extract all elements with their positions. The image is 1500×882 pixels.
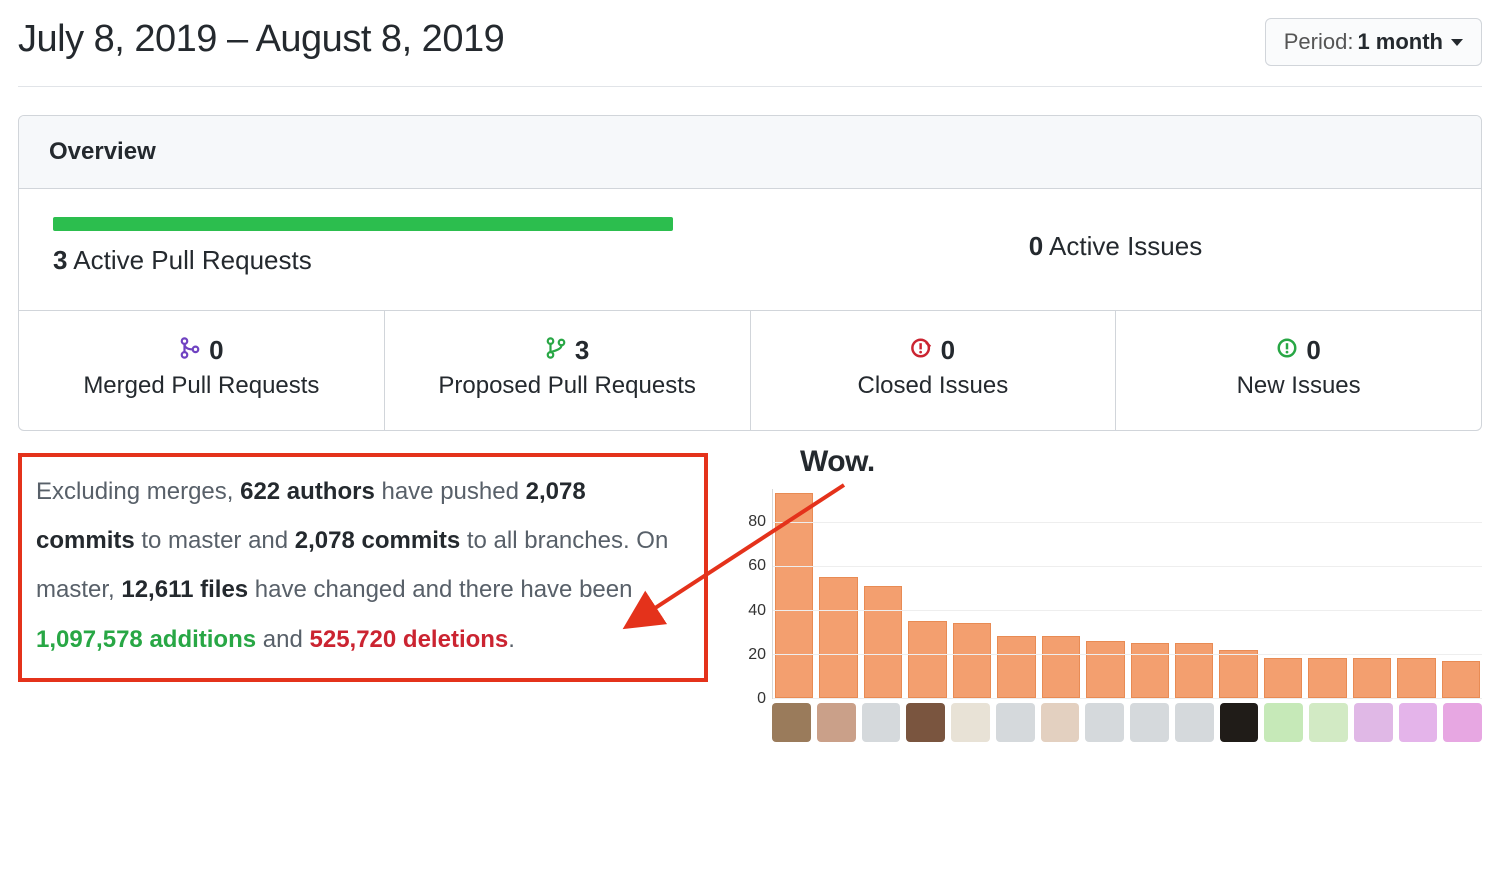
chart-bar[interactable] [1264,658,1302,698]
chart-bar[interactable] [1042,636,1080,698]
avatar[interactable] [817,703,856,742]
stat-label: Closed Issues [761,372,1106,400]
stat-cell-issue-open[interactable]: 0 New Issues [1116,311,1481,430]
stat-cell-git-branch[interactable]: 3 Proposed Pull Requests [385,311,751,430]
summary-text: have changed and there have been [248,576,632,603]
active-issues-label: Active Issues [1049,231,1202,261]
stat-cell-issue-closed[interactable]: 0 Closed Issues [751,311,1117,430]
period-value: 1 month [1357,29,1443,55]
avatar[interactable] [1354,703,1393,742]
chevron-down-icon [1451,39,1463,46]
chart-y-axis: 020406080 [728,489,772,699]
y-tick-label: 80 [748,513,766,531]
stats-row: 0 Merged Pull Requests 3 Proposed Pull R… [19,311,1481,430]
avatar[interactable] [1041,703,1080,742]
chart-plot [772,489,1482,699]
avatar[interactable] [996,703,1035,742]
avatar[interactable] [772,703,811,742]
overview-title: Overview [19,116,1481,189]
y-tick-label: 40 [748,602,766,620]
avatar[interactable] [1309,703,1348,742]
chart-bar[interactable] [1442,661,1480,698]
avatar[interactable] [862,703,901,742]
chart-bar[interactable] [908,621,946,698]
y-tick-label: 20 [748,646,766,664]
avatar[interactable] [1399,703,1438,742]
period-label: Period: [1284,29,1354,55]
stat-count: 0 [941,335,955,366]
date-range-heading: July 8, 2019 – August 8, 2019 [18,18,504,61]
summary-text: . [508,626,515,653]
chart-bar[interactable] [997,636,1035,698]
avatar[interactable] [906,703,945,742]
contributor-avatars [772,703,1482,742]
avatar[interactable] [1175,703,1214,742]
active-pr-count: 3 [53,245,67,275]
stat-cell-git-merge[interactable]: 0 Merged Pull Requests [19,311,385,430]
summary-additions: 1,097,578 additions [36,626,256,653]
activity-summary-row: 3 Active Pull Requests 0 Active Issues [19,189,1481,311]
period-dropdown[interactable]: Period: 1 month [1265,18,1482,66]
active-issues-count: 0 [1029,231,1043,261]
chart-bar[interactable] [1353,658,1391,698]
overview-card: Overview 3 Active Pull Requests 0 Active… [18,115,1482,431]
summary-text: and [256,626,309,653]
stat-count: 0 [1306,335,1320,366]
annotation-wow: Wow. [800,445,875,479]
summary-files: 12,611 files [121,576,248,603]
chart-bar[interactable] [1308,658,1346,698]
active-pr-label: Active Pull Requests [73,245,311,275]
avatar[interactable] [1264,703,1303,742]
avatar[interactable] [1130,703,1169,742]
stat-count: 3 [575,335,589,366]
avatar[interactable] [951,703,990,742]
summary-text: to master and [135,527,295,554]
summary-commits-all: 2,078 commits [295,527,460,554]
y-tick-label: 60 [748,557,766,575]
avatar[interactable] [1085,703,1124,742]
stat-count: 0 [209,335,223,366]
active-pull-requests[interactable]: 3 Active Pull Requests [19,189,750,310]
y-tick-label: 0 [757,690,766,708]
summary-text: have pushed [375,478,526,505]
chart-bar[interactable] [864,586,902,698]
commit-summary-box: Excluding merges, 622 authors have pushe… [18,453,708,682]
active-issues[interactable]: 0 Active Issues [750,189,1481,310]
contributors-chart: Wow. 020406080 [728,453,1482,742]
chart-bar[interactable] [1131,643,1169,698]
git-merge-icon [179,335,201,366]
avatar[interactable] [1220,703,1259,742]
git-branch-icon [545,335,567,366]
stat-label: Proposed Pull Requests [395,372,740,400]
chart-bar[interactable] [1219,650,1257,698]
chart-bar[interactable] [819,577,857,698]
issue-closed-icon [911,335,933,366]
pr-progress-bar [53,217,673,231]
chart-bar[interactable] [1086,641,1124,698]
summary-authors: 622 authors [240,478,375,505]
issue-open-icon [1276,335,1298,366]
chart-bar[interactable] [953,623,991,698]
stat-label: Merged Pull Requests [29,372,374,400]
chart-bar[interactable] [775,493,813,698]
avatar[interactable] [1443,703,1482,742]
stat-label: New Issues [1126,372,1471,400]
summary-deletions: 525,720 deletions [310,626,509,653]
summary-text: Excluding merges, [36,478,240,505]
chart-bar[interactable] [1397,658,1435,698]
chart-bar[interactable] [1175,643,1213,698]
